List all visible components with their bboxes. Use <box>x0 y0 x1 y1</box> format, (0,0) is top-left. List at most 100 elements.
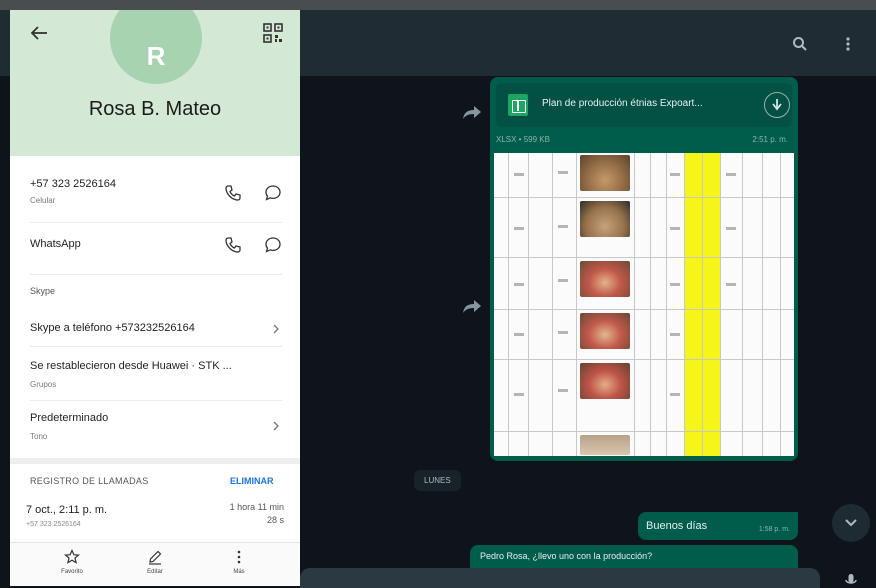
cell-value <box>726 173 736 176</box>
grid-line <box>666 153 667 456</box>
message-input[interactable] <box>300 568 820 588</box>
chevron-right-icon[interactable] <box>272 324 280 334</box>
product-thumbnail <box>580 261 630 297</box>
window-top-strip <box>0 0 876 10</box>
download-icon[interactable] <box>764 92 790 118</box>
grid-line <box>494 197 794 198</box>
forward-icon[interactable] <box>462 298 482 314</box>
chevron-down-icon <box>845 519 857 527</box>
edit-label: Editar <box>147 569 163 575</box>
call-log-title: REGISTRO DE LLAMADAS <box>30 476 149 486</box>
section-gap <box>10 458 300 464</box>
edit-button[interactable]: Editar <box>125 549 185 575</box>
grid-line <box>508 153 509 456</box>
pencil-icon <box>149 550 162 565</box>
more-button[interactable]: Más <box>209 549 269 575</box>
call-log-number: +57 323 2526164 <box>26 521 81 528</box>
back-arrow-icon[interactable] <box>28 22 50 44</box>
message-time: 1:58 p. m. <box>758 526 790 533</box>
grid-line <box>494 257 794 258</box>
phone-type: Celular <box>30 196 56 205</box>
scroll-down-button[interactable] <box>832 504 870 542</box>
outgoing-message[interactable]: Pedro Rosa, ¿llevo uno con la producción… <box>470 545 798 569</box>
document-preview[interactable] <box>494 153 794 456</box>
divider <box>30 274 282 275</box>
outgoing-message[interactable]: Buenos días 1:58 p. m. <box>638 512 798 540</box>
mic-icon[interactable] <box>844 574 858 588</box>
grid-line <box>720 153 721 456</box>
ringtone-item[interactable]: Predeterminado <box>30 412 108 424</box>
contact-name: Rosa B. Mateo <box>88 98 222 120</box>
product-thumbnail <box>580 201 630 237</box>
cell-value <box>514 227 524 230</box>
divider <box>30 346 282 347</box>
cell-value <box>670 283 680 286</box>
document-name: Plan de producción étnias Expoart... <box>542 98 703 109</box>
whatsapp-label[interactable]: WhatsApp <box>30 238 81 250</box>
grid-line <box>576 153 577 456</box>
grid-line <box>684 153 685 456</box>
grid-line <box>552 153 553 456</box>
cell-value <box>514 333 524 336</box>
phone-number[interactable]: +57 323 2526164 <box>30 178 116 190</box>
message-text: Buenos días <box>646 520 708 532</box>
skype-call-item[interactable]: Skype a teléfono +573232526164 <box>30 322 195 334</box>
cell-value <box>558 389 568 392</box>
cell-value <box>558 279 568 282</box>
date-chip: LUNES <box>414 470 461 491</box>
spreadsheet-file-icon <box>508 94 528 116</box>
cell-value <box>558 171 568 174</box>
cell-value <box>726 227 736 230</box>
cell-value <box>514 393 524 396</box>
ringtone-sub: Tono <box>30 432 48 441</box>
grid-line <box>780 153 781 456</box>
cell-value <box>670 173 680 176</box>
favorite-button[interactable]: Favorito <box>42 549 102 575</box>
grid-line <box>494 359 794 360</box>
bottom-action-bar: Favorito Editar Más <box>10 542 300 586</box>
product-thumbnail <box>580 313 630 349</box>
cell-value <box>670 333 680 336</box>
grid-line <box>528 153 529 456</box>
restored-sub: Grupos <box>30 380 57 389</box>
document-meta: XLSX • 599 KB <box>496 135 550 144</box>
qr-code-icon[interactable] <box>262 22 284 44</box>
product-thumbnail <box>580 435 630 455</box>
forward-icon[interactable] <box>462 104 482 120</box>
avatar: R <box>110 10 202 84</box>
cell-value <box>726 283 736 286</box>
delete-call-log-button[interactable]: ELIMINAR <box>230 476 274 486</box>
message-icon[interactable] <box>264 236 282 254</box>
cell-value <box>558 331 568 334</box>
phone-icon[interactable] <box>224 236 242 254</box>
grid-line <box>702 153 703 456</box>
contact-details-panel: R Rosa B. Mateo +57 323 2526164 Celular … <box>10 10 300 586</box>
document-message[interactable]: Plan de producción étnias Expoart... XLS… <box>490 77 798 461</box>
skype-section-label: Skype <box>30 286 56 296</box>
message-icon[interactable] <box>264 184 282 202</box>
cell-value <box>670 227 680 230</box>
cell-value <box>670 393 680 396</box>
grid-line <box>762 153 763 456</box>
grid-line <box>742 153 743 456</box>
phone-icon[interactable] <box>224 184 242 202</box>
document-card[interactable]: Plan de producción étnias Expoart... <box>496 83 792 127</box>
divider <box>30 400 282 401</box>
star-icon <box>64 549 80 564</box>
menu-dots-icon[interactable] <box>838 34 858 54</box>
restored-item[interactable]: Se restablecieron desde Huawei · STK ... <box>30 360 232 372</box>
cell-value <box>514 283 524 286</box>
cell-value <box>558 225 568 228</box>
contact-header: R Rosa B. Mateo <box>10 10 300 156</box>
cell-value <box>514 173 524 176</box>
call-log-duration: 1 hora 11 min <box>229 502 284 512</box>
chevron-right-icon[interactable] <box>272 421 280 431</box>
product-thumbnail <box>580 155 630 191</box>
grid-line <box>634 153 635 456</box>
search-icon[interactable] <box>790 34 810 54</box>
favorite-label: Favorito <box>61 569 83 575</box>
more-vertical-icon <box>237 550 241 564</box>
call-log-seconds: 28 s <box>266 515 284 525</box>
divider <box>30 222 282 223</box>
message-text: Pedro Rosa, ¿llevo uno con la producción… <box>480 551 653 561</box>
